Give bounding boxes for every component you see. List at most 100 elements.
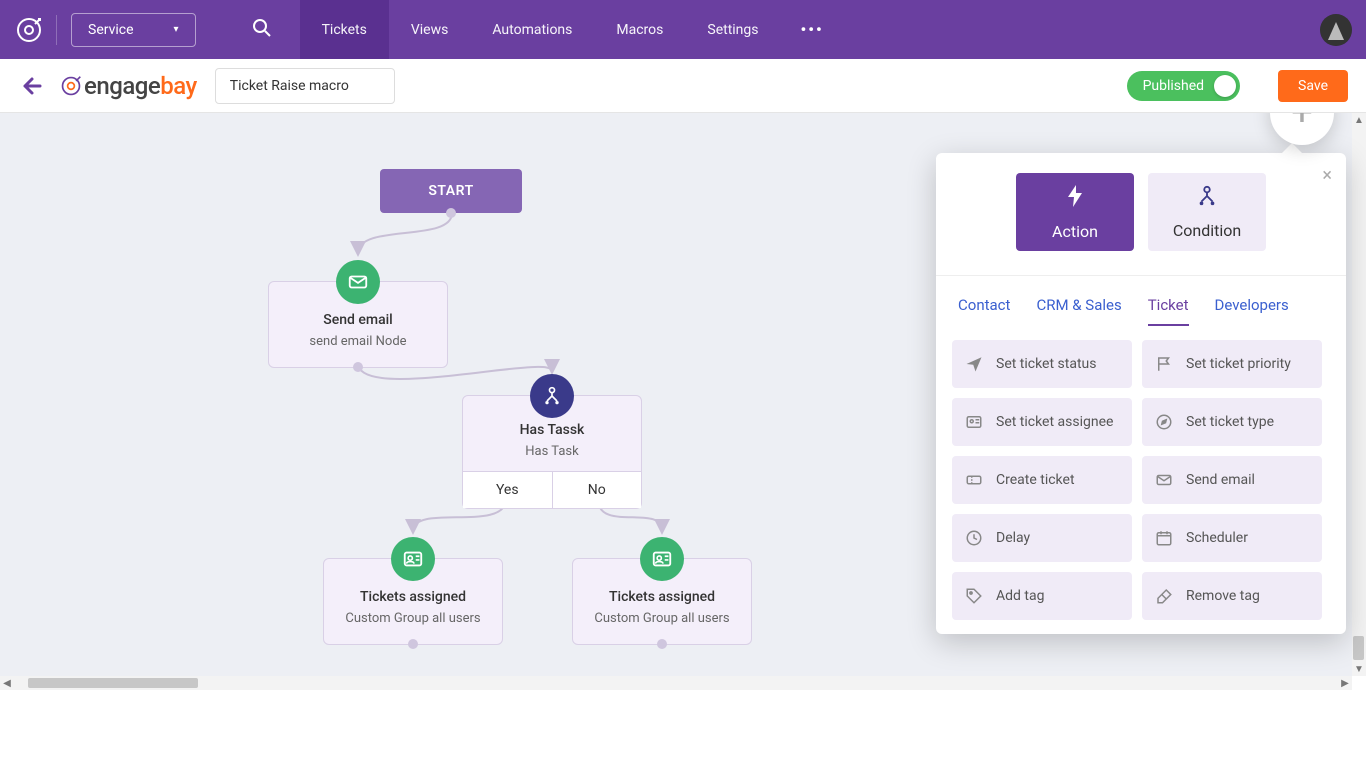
flow-start-label: START <box>428 183 473 199</box>
published-toggle-label: Published <box>1143 78 1204 94</box>
decision-yes[interactable]: Yes <box>463 472 553 508</box>
app-logo-icon[interactable] <box>14 15 44 45</box>
more-menu-icon[interactable]: ••• <box>781 20 844 39</box>
action-label: Set ticket assignee <box>996 414 1113 430</box>
action-set-ticket-status[interactable]: Set ticket status <box>952 340 1132 388</box>
brand-text-engage: engage <box>84 72 160 100</box>
node-port[interactable] <box>353 362 363 372</box>
popover-tab-condition[interactable]: Condition <box>1148 173 1266 251</box>
macro-name-input[interactable] <box>215 68 395 104</box>
action-label: Set ticket type <box>1186 414 1274 430</box>
action-label: Delay <box>996 530 1030 546</box>
service-dropdown[interactable]: Service ▾ <box>71 13 196 47</box>
action-add-tag[interactable]: Add tag <box>952 572 1132 620</box>
branch-icon <box>1196 185 1218 213</box>
node-port[interactable] <box>408 639 418 649</box>
scroll-thumb[interactable] <box>28 678 198 688</box>
node-subtitle: Has Task <box>463 444 641 471</box>
published-toggle[interactable]: Published <box>1127 71 1240 101</box>
scroll-down-arrow-icon[interactable]: ▼ <box>1352 662 1366 676</box>
popover-tab-action[interactable]: Action <box>1016 173 1134 251</box>
nav-item-tickets[interactable]: Tickets <box>300 0 389 59</box>
flow-canvas[interactable]: START Send email send email Node Has Tas… <box>0 113 1366 676</box>
action-delay[interactable]: Delay <box>952 514 1132 562</box>
plane-icon <box>964 355 984 373</box>
node-port[interactable] <box>657 639 667 649</box>
action-create-ticket[interactable]: Create ticket <box>952 456 1132 504</box>
flow-start-node[interactable]: START <box>380 169 522 213</box>
add-node-popover: × Action Condition ContactCRM & SalesTic… <box>936 153 1346 634</box>
sub-tab-developers[interactable]: Developers <box>1215 296 1289 326</box>
action-set-ticket-priority[interactable]: Set ticket priority <box>1142 340 1322 388</box>
action-label: Scheduler <box>1186 530 1248 546</box>
id-icon <box>964 413 984 431</box>
action-label: Add tag <box>996 588 1044 604</box>
popover-sub-tabs: Contact CRM & Sales Ticket Developers <box>952 276 1330 326</box>
decision-row: Yes No <box>463 471 641 508</box>
search-icon[interactable] <box>252 18 272 42</box>
action-set-ticket-type[interactable]: Set ticket type <box>1142 398 1322 446</box>
action-label: Create ticket <box>996 472 1075 488</box>
calendar-icon <box>1154 529 1174 547</box>
nav-items: TicketsViewsAutomationsMacrosSettings <box>300 0 781 59</box>
add-node-button[interactable]: + <box>1270 113 1334 145</box>
divider <box>56 15 57 45</box>
flag-icon <box>1154 355 1174 373</box>
plus-icon: + <box>1291 113 1313 135</box>
sub-tab-ticket[interactable]: Ticket <box>1148 296 1189 326</box>
brand-text-bay: bay <box>160 72 197 100</box>
id-card-icon <box>640 537 684 581</box>
flow-node-send-email[interactable]: Send email send email Node <box>268 281 448 368</box>
tag-icon <box>964 587 984 605</box>
action-label: Remove tag <box>1186 588 1260 604</box>
sub-tab-contact[interactable]: Contact <box>958 296 1010 326</box>
brand-logo: engagebay <box>60 72 197 100</box>
condition-icon <box>530 374 574 418</box>
popover-tab-condition-label: Condition <box>1173 221 1241 240</box>
scroll-right-arrow-icon[interactable]: ▶ <box>1338 676 1352 690</box>
nav-item-settings[interactable]: Settings <box>685 0 780 59</box>
nav-item-automations[interactable]: Automations <box>470 0 594 59</box>
action-grid[interactable]: Set ticket status Set ticket priority Set … <box>952 340 1330 620</box>
service-dropdown-label: Service <box>88 22 134 38</box>
scroll-up-arrow-icon[interactable]: ▲ <box>1352 113 1366 127</box>
action-scheduler[interactable]: Scheduler <box>1142 514 1322 562</box>
flow-node-assigned-no[interactable]: Tickets assigned Custom Group all users <box>572 558 752 645</box>
mail-icon <box>336 260 380 304</box>
action-label: Set ticket priority <box>1186 356 1291 372</box>
sub-header: engagebay Published Save <box>0 59 1366 113</box>
chevron-down-icon: ▾ <box>174 24 179 35</box>
sub-tab-crm-sales[interactable]: CRM & Sales <box>1036 296 1121 326</box>
top-navbar: Service ▾ TicketsViewsAutomationsMacrosS… <box>0 0 1366 59</box>
scroll-track[interactable] <box>1352 127 1366 662</box>
save-button[interactable]: Save <box>1278 70 1348 102</box>
popover-tab-action-label: Action <box>1052 222 1098 241</box>
back-arrow-icon[interactable] <box>18 74 42 98</box>
id-card-icon <box>391 537 435 581</box>
user-avatar[interactable] <box>1320 14 1352 46</box>
compass-icon <box>1154 413 1174 431</box>
mail-icon <box>1154 471 1174 489</box>
scroll-left-arrow-icon[interactable]: ◀ <box>0 676 14 690</box>
bolt-icon <box>1065 184 1085 214</box>
action-label: Send email <box>1186 472 1255 488</box>
nav-item-macros[interactable]: Macros <box>594 0 685 59</box>
action-set-ticket-assignee[interactable]: Set ticket assignee <box>952 398 1132 446</box>
action-send-email[interactable]: Send email <box>1142 456 1322 504</box>
clock-icon <box>964 529 984 547</box>
action-remove-tag[interactable]: Remove tag <box>1142 572 1322 620</box>
decision-no[interactable]: No <box>553 472 642 508</box>
action-label: Set ticket status <box>996 356 1096 372</box>
node-port[interactable] <box>446 208 456 218</box>
toggle-knob <box>1214 75 1236 97</box>
vertical-scrollbar[interactable]: ▲ ▼ <box>1352 113 1366 676</box>
popover-body: Contact CRM & Sales Ticket Developers Set t… <box>936 276 1346 634</box>
flow-node-assigned-yes[interactable]: Tickets assigned Custom Group all users <box>323 558 503 645</box>
ticket-icon <box>964 471 984 489</box>
popover-header: Action Condition <box>936 153 1346 276</box>
flow-node-has-task[interactable]: Has Tassk Has Task Yes No <box>462 395 642 509</box>
horizontal-scrollbar[interactable]: ◀ ▶ <box>0 676 1352 690</box>
scroll-thumb[interactable] <box>1353 636 1364 660</box>
nav-item-views[interactable]: Views <box>389 0 471 59</box>
scroll-track[interactable] <box>14 677 1338 689</box>
